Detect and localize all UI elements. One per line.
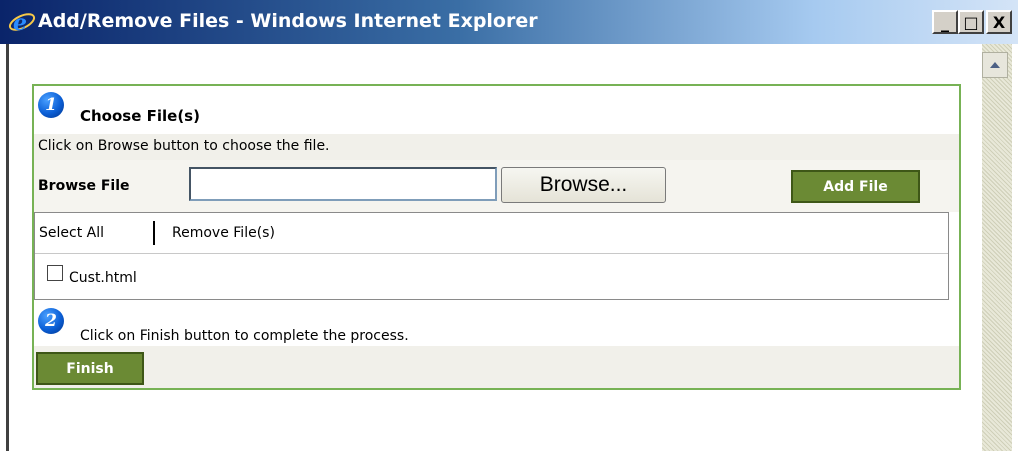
page-content: 1 Choose File(s) Click on Browse button …	[9, 44, 982, 451]
step-1-instruction-row: Click on Browse button to choose the fil…	[34, 134, 959, 160]
add-file-button[interactable]: Add File	[791, 170, 920, 203]
maximize-button[interactable]: □	[958, 10, 984, 34]
step-1-icon: 1	[38, 92, 64, 118]
step-2-icon: 2	[38, 308, 64, 334]
browse-file-label: Browse File	[38, 178, 130, 194]
scroll-up-button[interactable]	[982, 52, 1008, 78]
window-title: Add/Remove Files - Windows Internet Expl…	[38, 10, 538, 32]
minimize-icon: _	[941, 12, 949, 32]
minimize-button[interactable]: _	[932, 10, 958, 34]
finish-button[interactable]: Finish	[36, 352, 144, 385]
file-name: Cust.html	[69, 270, 137, 286]
close-button[interactable]: X	[986, 10, 1012, 34]
file-list-toolbar: Select All Remove File(s)	[35, 213, 948, 254]
file-checkbox[interactable]	[47, 265, 63, 281]
window-border-right	[1012, 44, 1018, 451]
step-2-instruction: Click on Finish button to complete the p…	[80, 328, 409, 344]
maximize-icon: □	[963, 12, 979, 32]
title-bar[interactable]: e Add/Remove Files - Windows Internet Ex…	[0, 0, 1018, 44]
file-list: Select All Remove File(s) Cust.html	[34, 212, 949, 300]
close-icon: X	[992, 12, 1006, 32]
vertical-scrollbar[interactable]	[982, 44, 1012, 451]
upload-panel: 1 Choose File(s) Click on Browse button …	[32, 84, 961, 390]
browse-row: Browse File Browse... Add File	[34, 160, 959, 212]
toolbar-divider	[153, 221, 155, 245]
select-all-link[interactable]: Select All	[39, 225, 104, 241]
ie-window: e Add/Remove Files - Windows Internet Ex…	[0, 0, 1018, 451]
chevron-up-icon	[990, 62, 1000, 68]
list-item: Cust.html	[35, 254, 948, 300]
remove-files-link[interactable]: Remove File(s)	[172, 225, 275, 241]
file-path-input[interactable]	[189, 167, 497, 201]
step-1-title: Choose File(s)	[80, 107, 200, 125]
step-1-instruction: Click on Browse button to choose the fil…	[38, 138, 330, 154]
ie-logo-icon: e	[8, 10, 36, 35]
browse-button[interactable]: Browse...	[501, 167, 666, 203]
svg-text:e: e	[13, 10, 27, 35]
finish-row: Finish	[34, 346, 959, 388]
